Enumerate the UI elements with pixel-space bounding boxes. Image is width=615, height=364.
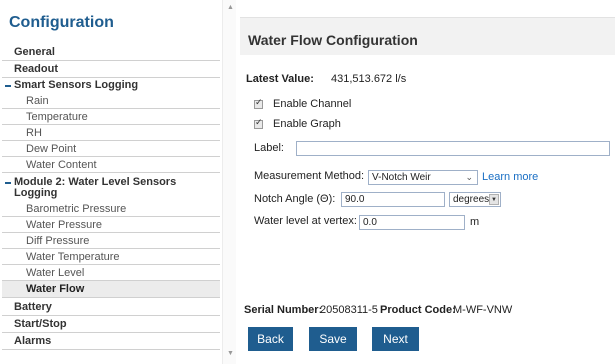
water-level-label: Water level at vertex: — [254, 215, 357, 227]
sidebar-item-label: Diff Pressure — [26, 235, 90, 247]
sidebar-group-module-2[interactable]: Module 2: Water Level Sensors Logging — [2, 175, 220, 201]
enable-graph-label: Enable Graph — [273, 118, 341, 130]
sidebar-item-label: Water Temperature — [26, 251, 120, 263]
measurement-method-select[interactable]: V-Notch Weir ⌄ — [368, 170, 478, 185]
sidebar-item-label: Water Level — [26, 267, 85, 279]
sidebar-item-barometric-pressure[interactable]: Barometric Pressure — [2, 201, 220, 217]
sidebar-item-rh[interactable]: RH — [2, 125, 220, 141]
label-field-label: Label: — [254, 142, 284, 154]
sidebar-item-readout[interactable]: Readout — [2, 61, 220, 78]
sidebar-item-temperature[interactable]: Temperature — [2, 109, 220, 125]
sidebar-item-label: Alarms — [14, 335, 52, 347]
sidebar-item-label: Water Flow — [26, 283, 85, 295]
sidebar-title: Configuration — [9, 14, 114, 31]
sidebar-item-diff-pressure[interactable]: Diff Pressure — [2, 233, 220, 249]
product-code-label: Product Code: — [380, 304, 456, 316]
sidebar-item-water-pressure[interactable]: Water Pressure — [2, 217, 220, 233]
sidebar-item-alarms[interactable]: Alarms — [2, 333, 220, 350]
collapse-icon — [5, 182, 11, 184]
scroll-down-icon[interactable]: ▼ — [227, 350, 234, 357]
latest-value-label: Latest Value: — [246, 73, 314, 85]
sidebar-item-water-level[interactable]: Water Level — [2, 265, 220, 281]
main-panel: Water Flow Configuration Latest Value: 4… — [240, 17, 615, 364]
scroll-up-icon[interactable]: ▲ — [227, 4, 234, 11]
sidebar-item-battery[interactable]: Battery — [2, 298, 220, 316]
sidebar-item-label: Dew Point — [26, 143, 77, 155]
sidebar-item-label: Smart Sensors Logging — [14, 79, 139, 91]
back-button[interactable]: Back — [248, 327, 293, 351]
product-code-value: M-WF-VNW — [453, 304, 513, 316]
enable-graph-checkbox[interactable] — [254, 118, 263, 129]
page-title: Water Flow Configuration — [248, 32, 418, 48]
collapse-icon — [5, 85, 11, 87]
sidebar-item-label: Module 2: Water Level Sensors Logging — [14, 176, 177, 199]
sidebar-item-label: Start/Stop — [14, 318, 67, 330]
serial-number-value: 20508311-5 — [320, 304, 378, 316]
sidebar-item-dew-point[interactable]: Dew Point — [2, 141, 220, 157]
sidebar-item-water-temperature[interactable]: Water Temperature — [2, 249, 220, 265]
dropdown-arrow-icon: ▼ — [489, 194, 499, 205]
sidebar-item-label: RH — [26, 127, 42, 139]
sidebar-group-smart-sensors[interactable]: Smart Sensors Logging — [2, 78, 220, 93]
sidebar-item-label: Barometric Pressure — [26, 203, 127, 215]
sidebar-scrollbar[interactable]: ▲ ▼ — [222, 0, 236, 364]
latest-value: 431,513.672 l/s — [331, 73, 407, 85]
sidebar-item-label: Water Pressure — [26, 219, 103, 231]
sidebar-item-label: Temperature — [26, 111, 88, 123]
sidebar-item-rain[interactable]: Rain — [2, 93, 220, 109]
enable-channel-checkbox[interactable] — [254, 98, 263, 109]
panel-header: Water Flow Configuration — [240, 17, 615, 55]
sidebar-item-general[interactable]: General — [2, 44, 220, 61]
notch-angle-input[interactable]: 90.0 — [341, 192, 445, 207]
angle-unit-value: degrees — [453, 194, 490, 205]
sidebar-item-start-stop[interactable]: Start/Stop — [2, 316, 220, 333]
sidebar-item-label: Battery — [14, 301, 52, 313]
sidebar-item-label: General — [14, 46, 55, 58]
sidebar-item-water-flow[interactable]: Water Flow — [2, 281, 220, 298]
serial-number-label: Serial Number: — [244, 304, 323, 316]
notch-angle-label: Notch Angle (Θ): — [254, 193, 336, 205]
label-input[interactable] — [296, 141, 610, 156]
learn-more-link[interactable]: Learn more — [482, 171, 538, 183]
sidebar-item-label: Water Content — [26, 159, 97, 171]
angle-unit-select[interactable]: degrees ▼ — [449, 192, 501, 207]
water-level-input[interactable]: 0.0 — [359, 215, 465, 230]
chevron-down-icon: ⌄ — [465, 173, 473, 183]
measurement-method-value: V-Notch Weir — [372, 172, 431, 183]
sidebar-item-water-content[interactable]: Water Content — [2, 157, 220, 173]
enable-channel-label: Enable Channel — [273, 98, 352, 110]
next-button[interactable]: Next — [372, 327, 419, 351]
sidebar: Configuration General Readout Smart Sens… — [0, 0, 222, 364]
water-level-unit: m — [470, 216, 480, 228]
measurement-method-label: Measurement Method: — [254, 170, 365, 182]
sidebar-item-label: Readout — [14, 63, 58, 75]
save-button[interactable]: Save — [309, 327, 357, 351]
sidebar-item-label: Rain — [26, 95, 49, 107]
